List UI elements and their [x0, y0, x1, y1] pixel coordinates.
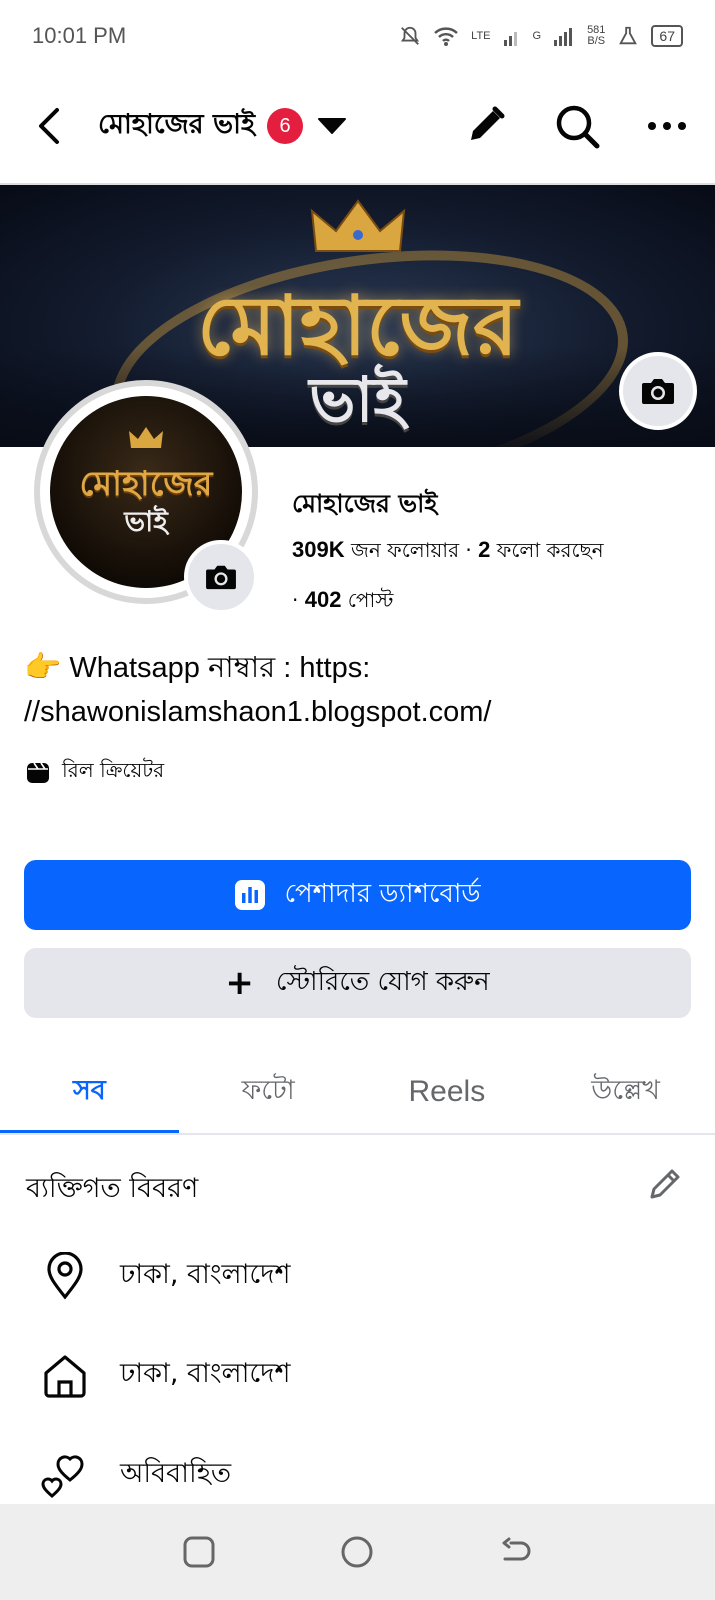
- post-stats: · 402 পোস্ট: [292, 586, 393, 619]
- posts-count: 402: [304, 587, 342, 612]
- detail-current-city: ঢাকা, বাংলাদেশ: [40, 1251, 290, 1301]
- detail-relationship: অবিবাহিত: [40, 1450, 231, 1500]
- current-city-text: ঢাকা, বাংলাদেশ: [120, 1258, 291, 1290]
- recents-icon[interactable]: [182, 1535, 216, 1569]
- relationship-text: অবিবাহিত: [120, 1457, 232, 1489]
- reels-icon: [27, 762, 49, 783]
- professional-dashboard-button[interactable]: পেশাদার ড্যাশবোর্ড: [24, 860, 691, 930]
- followers-label: জন ফলোয়ার ·: [344, 538, 479, 562]
- flask-icon: [619, 26, 638, 45]
- back-button[interactable]: [28, 106, 68, 146]
- creator-label: রিল ক্রিয়েটর: [62, 758, 165, 782]
- crown-icon: [310, 199, 406, 252]
- signal-icon-2: [554, 28, 573, 46]
- tab-photos-label: ফটো: [241, 1074, 295, 1106]
- hearts-icon: [40, 1450, 90, 1500]
- tab-mentions[interactable]: উল্লেখ: [536, 1050, 715, 1134]
- system-navigation-bar: [0, 1504, 715, 1600]
- dashboard-chart-icon: [235, 880, 266, 910]
- chevron-left-icon: [39, 108, 59, 144]
- profile-bio: 👉 Whatsapp নাম্বার : https: //shawonislam…: [24, 646, 694, 734]
- add-to-story-button[interactable]: + স্টোরিতে যোগ করুন: [24, 948, 691, 1018]
- following-count: 2: [478, 537, 491, 562]
- network-type-lte: LTE: [471, 29, 491, 42]
- pointing-hand-icon: 👉: [24, 651, 62, 684]
- network-type-g: G: [532, 29, 542, 42]
- detail-hometown: ঢাকা, বাংলাদেশ: [40, 1350, 290, 1400]
- more-options-icon[interactable]: [647, 120, 687, 132]
- header-actions: [463, 102, 687, 150]
- profile-tabs: সব ফটো Reels উল্লেখ: [0, 1050, 715, 1134]
- home-nav-icon[interactable]: [340, 1535, 374, 1569]
- posts-prefix: ·: [292, 588, 305, 612]
- page-switcher-title[interactable]: মোহাজের ভাই: [98, 104, 255, 149]
- creator-badge: রিল ক্রিয়েটর: [26, 756, 164, 789]
- change-avatar-button[interactable]: [184, 540, 258, 614]
- follower-stats[interactable]: 309K জন ফলোয়ার · 2 ফলো করছেন: [292, 536, 604, 569]
- camera-icon: [206, 565, 236, 590]
- profile-header: মোহাজের ভাই 6: [0, 84, 715, 168]
- followers-count: 309K: [292, 537, 345, 562]
- dashboard-button-label: পেশাদার ড্যাশবোর্ড: [284, 879, 481, 909]
- bell-muted-icon: [401, 26, 420, 45]
- tabs-divider: [0, 1133, 715, 1135]
- bio-line-2[interactable]: //shawonislamshaon1.blogspot.com/: [24, 696, 491, 728]
- wifi-icon: [434, 27, 458, 46]
- tab-photos[interactable]: ফটো: [179, 1050, 358, 1134]
- plus-icon: +: [225, 963, 254, 1003]
- edit-details-pencil-icon[interactable]: [645, 1164, 685, 1204]
- avatar-crown-icon: [129, 427, 163, 448]
- status-icons: LTE G 581 B/S 67: [399, 25, 683, 47]
- tab-all[interactable]: সব: [0, 1050, 179, 1134]
- home-icon: [40, 1350, 90, 1400]
- battery-indicator: 67: [651, 25, 683, 47]
- notification-badge: 6: [267, 108, 304, 144]
- status-time: 10:01 PM: [32, 23, 127, 48]
- following-label: ফলো করছেন: [490, 538, 604, 562]
- location-pin-icon: [40, 1251, 90, 1301]
- signal-icon: [503, 32, 517, 46]
- caret-down-icon[interactable]: [317, 116, 347, 136]
- add-story-label: স্টোরিতে যোগ করুন: [275, 967, 490, 997]
- tab-all-label: সব: [72, 1074, 106, 1106]
- personal-details-title: ব্যক্তিগত বিবরণ: [26, 1173, 199, 1204]
- tab-reels[interactable]: Reels: [358, 1050, 537, 1134]
- status-bar: 10:01 PM LTE G 581 B/S 67: [0, 0, 715, 72]
- network-speed: 581 B/S: [587, 25, 605, 47]
- bio-line-1[interactable]: Whatsapp নাম্বার : https:: [69, 652, 370, 684]
- posts-label: পোস্ট: [341, 588, 394, 612]
- tab-mentions-label: উল্লেখ: [591, 1074, 661, 1106]
- change-cover-button[interactable]: [619, 352, 697, 430]
- hometown-text: ঢাকা, বাংলাদেশ: [120, 1357, 291, 1389]
- camera-icon: [642, 379, 674, 404]
- tab-reels-label: Reels: [408, 1075, 486, 1108]
- profile-name: মোহাজের ভাই: [292, 489, 438, 518]
- back-nav-icon[interactable]: [499, 1535, 533, 1569]
- speed-unit: B/S: [587, 35, 606, 47]
- edit-pencil-icon[interactable]: [463, 104, 507, 148]
- search-icon[interactable]: [553, 102, 601, 150]
